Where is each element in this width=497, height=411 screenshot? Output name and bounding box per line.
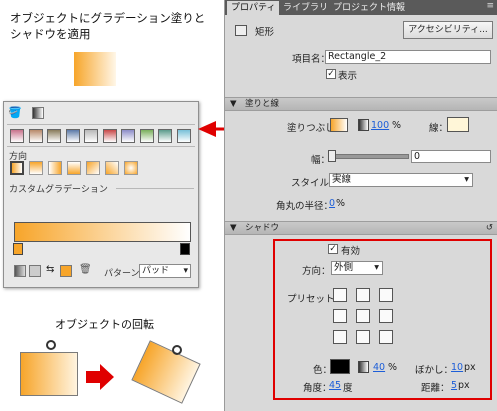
visible-checkbox[interactable]: ✓ — [326, 69, 336, 79]
trash-icon[interactable]: 🗑 — [79, 264, 92, 275]
gradient-popup: 🪣 方向 カスタムグラデーション ⇆ 🗑 パターン： パッド ▾ — [3, 101, 199, 288]
collapse-icon: ▼ — [230, 99, 237, 109]
color-swatch[interactable] — [47, 129, 61, 143]
gradient-stop-right[interactable] — [180, 243, 190, 255]
object-before — [20, 352, 78, 396]
direction-swatch-radial[interactable] — [124, 161, 138, 175]
linear-gradient-icon[interactable] — [14, 265, 26, 277]
style-select[interactable]: 実線 ▾ — [329, 173, 473, 187]
color-swatch[interactable] — [28, 129, 43, 143]
rotate-handle-icon — [46, 340, 56, 350]
paint-bucket-icon[interactable]: 🪣 — [8, 106, 24, 120]
color-swatch[interactable] — [158, 129, 172, 143]
opacity-icon — [358, 119, 369, 131]
fill-stroke-title: 塗りと線 — [245, 99, 280, 109]
object-after — [131, 340, 201, 404]
custom-gradient-label: カスタムグラデーション — [9, 185, 108, 195]
direction-swatch-vertical[interactable] — [29, 161, 43, 175]
rectangle-icon — [235, 25, 247, 36]
stroke-color-swatch[interactable] — [447, 117, 469, 132]
fill-stroke-header[interactable]: ▼ 塗りと線 — [225, 97, 497, 111]
accessibility-button[interactable]: アクセシビリティ... — [403, 21, 493, 39]
chevron-down-icon: ▾ — [183, 266, 188, 276]
color-swatch[interactable] — [121, 129, 135, 143]
direction-swatch-diag[interactable] — [86, 161, 100, 175]
corner-radius-label: 角丸の半径： — [276, 201, 334, 212]
fill-color-swatch[interactable] — [330, 118, 348, 132]
direction-swatch-reverse[interactable] — [48, 161, 62, 175]
stop-color-icon[interactable] — [60, 265, 72, 277]
shadow-header[interactable]: ▼ シャドウ ↺ — [225, 221, 497, 235]
visible-label: 表示 — [338, 71, 358, 82]
arrow-right-icon — [86, 364, 114, 390]
fill-opacity-value[interactable]: 100 — [371, 120, 389, 131]
color-swatch[interactable] — [102, 129, 117, 143]
radial-gradient-icon[interactable] — [29, 265, 41, 277]
width-input[interactable]: 0 — [411, 150, 491, 163]
highlight-shadow-box — [273, 239, 492, 400]
caption-line-2: シャドウを適用 — [10, 27, 91, 41]
rotate-handle-icon-2 — [172, 345, 182, 355]
panel-tabs: プロパティ ライブラリ プロジェクト情報 ≡ — [225, 0, 497, 15]
direction-swatch-up[interactable] — [67, 161, 81, 175]
corner-radius-value[interactable]: 0 — [329, 198, 335, 209]
fill-opacity-unit: % — [392, 120, 402, 131]
chevron-down-icon: ▾ — [464, 174, 469, 185]
width-slider-thumb[interactable] — [328, 150, 336, 162]
direction-swatch-diag2[interactable] — [105, 161, 119, 175]
gradient-stop-left[interactable] — [13, 243, 23, 255]
tab-project-info[interactable]: プロジェクト情報 — [329, 1, 409, 15]
tab-properties[interactable]: プロパティ — [227, 1, 280, 15]
stroke-label: 線： — [429, 123, 449, 134]
color-swatch[interactable] — [84, 129, 98, 143]
caption-gradient-shadow: オブジェクトにグラデーション塗りと シャドウを適用 — [10, 10, 205, 42]
pattern-value: パッド — [142, 266, 170, 276]
width-slider-track[interactable] — [329, 154, 409, 159]
style-value: 実線 — [332, 174, 352, 185]
gradient-sample — [74, 52, 116, 86]
shadow-title: シャドウ — [245, 223, 280, 233]
swap-icon[interactable]: ⇆ — [46, 264, 54, 275]
direction-swatch-horizontal[interactable] — [10, 161, 24, 175]
pattern-select[interactable]: パッド ▾ — [139, 264, 191, 278]
caption-line-1: オブジェクトにグラデーション塗りと — [10, 11, 206, 25]
color-swatch[interactable] — [10, 129, 24, 143]
tab-library[interactable]: ライブラリ — [279, 1, 332, 15]
rotate-caption: オブジェクトの回転 — [55, 318, 154, 331]
reset-icon[interactable]: ↺ — [486, 222, 493, 234]
property-panel: プロパティ ライブラリ プロジェクト情報 ≡ 矩形 アクセシビリティ... 項目… — [224, 0, 497, 411]
panel-menu-icon[interactable]: ≡ — [486, 1, 494, 11]
color-swatch[interactable] — [65, 129, 80, 143]
item-name-input[interactable]: Rectangle_2 — [325, 50, 491, 64]
gradient-mode-icon[interactable] — [32, 107, 44, 119]
corner-radius-unit: % — [336, 198, 346, 209]
shape-type: 矩形 — [255, 27, 275, 38]
color-swatch[interactable] — [139, 129, 154, 143]
collapse-icon: ▼ — [230, 223, 237, 233]
gradient-bar[interactable] — [14, 222, 191, 242]
color-swatch[interactable] — [176, 129, 191, 143]
